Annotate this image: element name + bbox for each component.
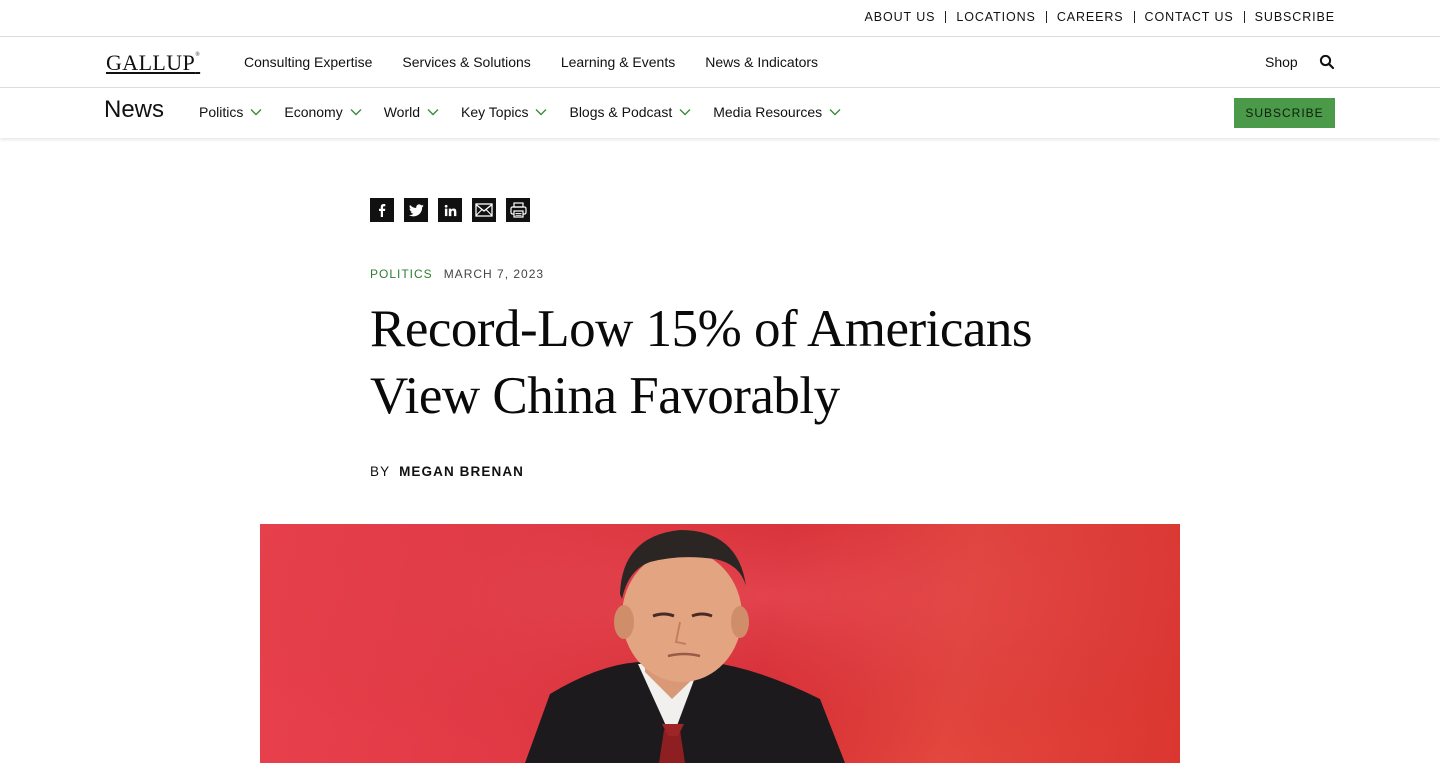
gallup-logo[interactable]: GALLUP® (106, 50, 200, 76)
divider (945, 11, 947, 23)
search-icon[interactable] (1319, 54, 1335, 70)
publish-date: MARCH 7, 2023 (443, 267, 545, 281)
divider (1243, 11, 1245, 23)
subscribe-top-link[interactable]: SUBSCRIBE (1255, 10, 1335, 24)
author-link[interactable]: MEGAN BRENAN (399, 464, 524, 479)
chevron-down-icon (350, 109, 362, 116)
twitter-icon[interactable] (404, 198, 428, 222)
chevron-down-icon (829, 109, 841, 116)
careers-link[interactable]: CAREERS (1057, 10, 1124, 24)
article-meta: POLITICS MARCH 7, 2023 (370, 267, 544, 281)
section-item-politics[interactable]: Politics (199, 104, 262, 120)
print-icon[interactable] (506, 198, 530, 222)
main-links: Consulting Expertise Services & Solution… (244, 54, 848, 70)
share-bar (370, 198, 540, 222)
section-item-label: Key Topics (461, 104, 529, 120)
section-links: Politics Economy World Key Topics Blogs … (199, 104, 863, 120)
section-item-label: Media Resources (713, 104, 823, 120)
linkedin-icon[interactable] (438, 198, 462, 222)
locations-link[interactable]: LOCATIONS (956, 10, 1035, 24)
shop-link[interactable]: Shop (1265, 54, 1298, 70)
section-item-economy[interactable]: Economy (284, 104, 362, 120)
section-nav: News Politics Economy World Key Topics B… (0, 88, 1440, 138)
nav-consulting-expertise[interactable]: Consulting Expertise (244, 54, 372, 70)
subscribe-button[interactable]: SUBSCRIBE (1234, 98, 1335, 128)
chevron-down-icon (427, 109, 439, 116)
logo-text: GALLUP (106, 50, 196, 75)
section-item-label: Blogs & Podcast (569, 104, 673, 120)
byline: BY MEGAN BRENAN (370, 464, 524, 479)
article-title: Record-Low 15% of Americans View China F… (370, 300, 1033, 425)
facebook-icon[interactable] (370, 198, 394, 222)
chevron-down-icon (250, 109, 262, 116)
chevron-down-icon (535, 109, 547, 116)
divider (1133, 11, 1135, 23)
hero-portrait (260, 524, 1180, 763)
nav-learning-events[interactable]: Learning & Events (561, 54, 675, 70)
contact-us-link[interactable]: CONTACT US (1145, 10, 1234, 24)
section-title[interactable]: News (104, 96, 164, 124)
section-item-media-resources[interactable]: Media Resources (713, 104, 841, 120)
section-item-label: Economy (284, 104, 343, 120)
main-nav: GALLUP® Consulting Expertise Services & … (0, 37, 1440, 88)
nav-services-solutions[interactable]: Services & Solutions (402, 54, 530, 70)
chevron-down-icon (679, 109, 691, 116)
byline-prefix: BY (370, 464, 391, 479)
section-item-key-topics[interactable]: Key Topics (461, 104, 547, 120)
divider (1045, 11, 1047, 23)
hero-image (260, 524, 1180, 763)
section-item-label: World (383, 104, 421, 120)
nav-news-indicators[interactable]: News & Indicators (705, 54, 818, 70)
section-item-label: Politics (199, 104, 244, 120)
email-icon[interactable] (472, 198, 496, 222)
about-us-link[interactable]: ABOUT US (865, 10, 936, 24)
utility-links: ABOUT US LOCATIONS CAREERS CONTACT US SU… (865, 10, 1335, 24)
section-item-world[interactable]: World (384, 104, 439, 120)
utility-bar: ABOUT US LOCATIONS CAREERS CONTACT US SU… (0, 0, 1440, 37)
category-link[interactable]: POLITICS (370, 267, 433, 281)
section-item-blogs-podcast[interactable]: Blogs & Podcast (569, 104, 691, 120)
